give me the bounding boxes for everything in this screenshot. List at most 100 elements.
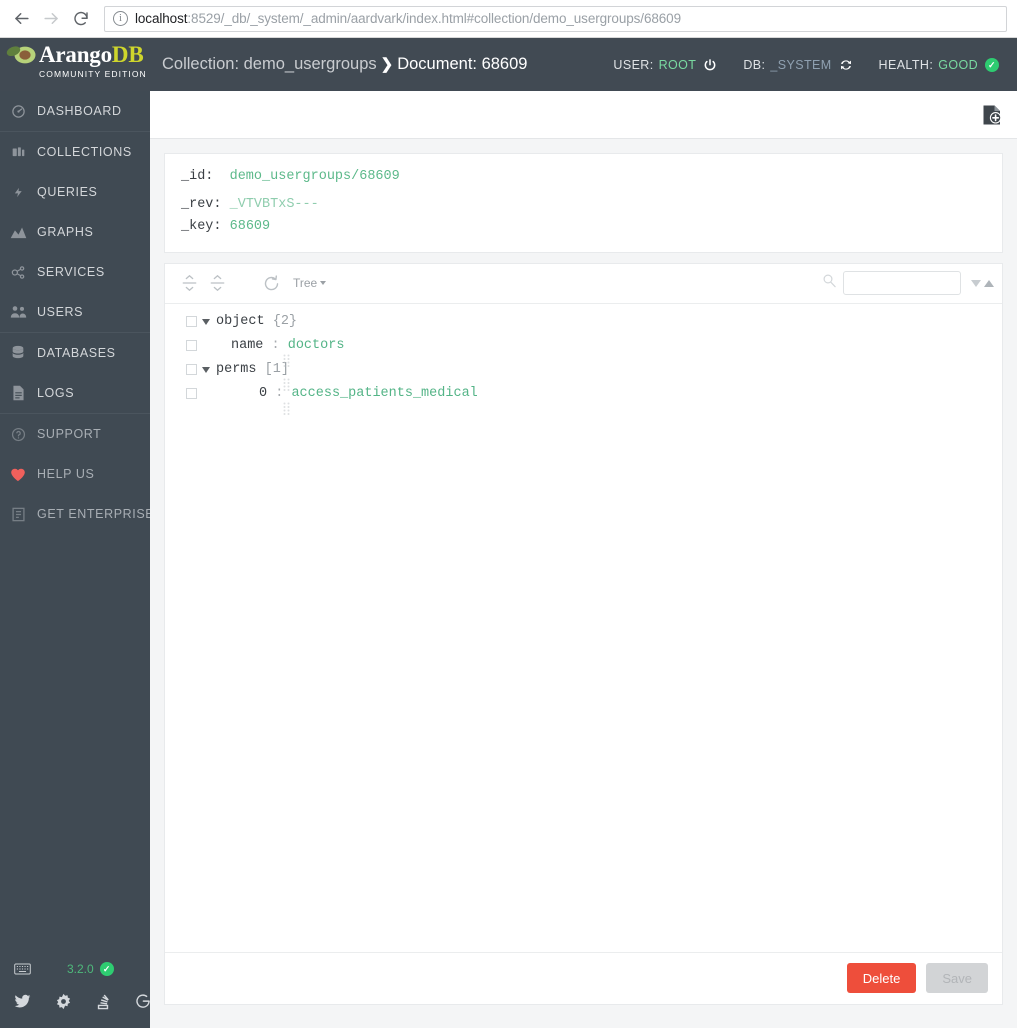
site-info-icon[interactable]: i [113, 11, 128, 26]
tree-key: name [231, 338, 264, 353]
databases-icon [8, 345, 28, 361]
sidebar-item-users[interactable]: USERS [0, 292, 150, 332]
arangodb-avocado-logo-icon [6, 44, 36, 66]
sidebar-item-queries[interactable]: QUERIES [0, 172, 150, 212]
browser-url-bar[interactable]: i localhost:8529/_db/_system/_admin/aard… [104, 5, 1007, 32]
sidebar-item-databases[interactable]: DATABASES [0, 333, 150, 373]
sidebar-item-label: HELP US [37, 467, 95, 481]
sidebar-item-label: DATABASES [37, 346, 116, 360]
status-db-label: DB: [743, 57, 766, 72]
sidebar-item-label: LOGS [37, 386, 75, 400]
refresh-icon[interactable] [839, 58, 853, 72]
status-health-label: HEALTH: [878, 57, 934, 72]
content-area: _id: demo_usergroups/68609 _rev: _VTVBTx… [150, 91, 1017, 1028]
tree-key: object [216, 314, 265, 329]
meta-key: _rev: [181, 196, 222, 212]
tree-row[interactable]: object {2} [165, 310, 1002, 334]
stackoverflow-icon[interactable] [96, 993, 111, 1010]
expand-all-icon[interactable] [175, 269, 203, 297]
browser-back-button[interactable] [6, 4, 36, 34]
sidebar-item-label: GET ENTERPRISE [37, 507, 155, 521]
row-menu-button[interactable] [186, 340, 197, 351]
sidebar-item-logs[interactable]: LOGS [0, 373, 150, 413]
tree-value[interactable]: access_patients_medical [291, 386, 477, 401]
undo-icon[interactable] [257, 269, 285, 297]
editor-search [822, 271, 994, 295]
collections-icon [8, 144, 28, 160]
collapse-all-icon[interactable] [203, 269, 231, 297]
editor-footer: Delete Save [165, 951, 1002, 1004]
sidebar-item-get-enterprise[interactable]: GET ENTERPRISE [0, 494, 154, 534]
sidebar-item-label: GRAPHS [37, 225, 94, 239]
expand-twisty-icon[interactable] [202, 318, 210, 325]
status-user[interactable]: USER: ROOT [613, 58, 717, 72]
meta-key: _key: [181, 219, 222, 234]
document-meta-box: _id: demo_usergroups/68609 _rev: _VTVBTx… [164, 153, 1003, 253]
browser-reload-button[interactable] [66, 4, 96, 34]
app-logo[interactable]: ArangoDB COMMUNITY EDITION [0, 38, 150, 91]
status-db[interactable]: DB: _SYSTEM [743, 58, 852, 72]
version-label: 3.2.0 [67, 962, 94, 976]
sidebar: DASHBOARD COLLECTIONS QUERIES GRAPHS SER… [0, 91, 154, 1028]
search-input[interactable] [843, 271, 961, 295]
delete-button[interactable]: Delete [846, 963, 917, 993]
breadcrumb-separator-icon: ❯ [380, 56, 394, 73]
twitter-icon[interactable] [14, 994, 31, 1009]
sidebar-item-collections[interactable]: COLLECTIONS [0, 132, 150, 172]
document-meta-row: _key: 68609 [181, 216, 1002, 239]
search-previous-icon[interactable] [984, 279, 994, 287]
sidebar-item-services[interactable]: SERVICES [0, 252, 150, 292]
url-host: localhost [135, 11, 188, 26]
browser-forward-button[interactable] [36, 4, 66, 34]
sidebar-item-graphs[interactable]: GRAPHS [0, 212, 150, 252]
version-row: 3.2.0 ✓ [0, 954, 150, 984]
sidebar-item-help-us[interactable]: HELP US [0, 454, 150, 494]
json-editor-panel: Tree object {2} name: doctors perms [1]… [164, 262, 1003, 1005]
url-path: :8529/_db/_system/_admin/aardvark/index.… [187, 11, 681, 26]
tree-row[interactable]: name : doctors [165, 334, 1002, 367]
status-user-value: ROOT [658, 57, 697, 72]
drag-handle-icon[interactable] [170, 339, 290, 367]
logo-primary: Arango [39, 42, 112, 67]
drag-handle-icon[interactable] [170, 363, 290, 391]
new-document-icon[interactable] [982, 104, 1002, 126]
meta-value: _VTVBTxS--- [229, 196, 319, 212]
breadcrumb: Collection: demo_usergroups ❯ Document: 68… [150, 38, 613, 91]
breadcrumb-collection[interactable]: Collection: demo_usergroups [162, 55, 377, 73]
content-body: _id: demo_usergroups/68609 _rev: _VTVBTx… [150, 139, 1017, 1005]
puzzle-icon[interactable] [55, 993, 72, 1010]
enterprise-icon [8, 506, 28, 522]
row-menu-button[interactable] [186, 316, 197, 327]
content-header [150, 91, 1017, 139]
support-icon [8, 426, 28, 442]
status-health[interactable]: HEALTH: GOOD ✓ [878, 57, 999, 72]
chevron-down-icon [320, 281, 327, 285]
tree-row[interactable]: perms [1] [165, 358, 1002, 391]
drag-handle-icon[interactable] [170, 387, 290, 415]
google-icon[interactable] [135, 993, 151, 1009]
tree-separator: : [271, 338, 280, 353]
save-button[interactable]: Save [926, 963, 988, 993]
sidebar-item-dashboard[interactable]: DASHBOARD [0, 91, 150, 131]
tree-value[interactable]: doctors [288, 338, 345, 353]
sidebar-item-label: USERS [37, 305, 84, 319]
keyboard-icon[interactable] [14, 963, 31, 975]
logo-accent: DB [111, 42, 144, 67]
document-meta-row: _rev: _VTVBTxS--- [181, 194, 1002, 217]
version-status-icon: ✓ [99, 962, 114, 976]
logo-wordmark: ArangoDB [39, 42, 144, 67]
sidebar-item-label: COLLECTIONS [37, 145, 132, 159]
meta-value: 68609 [229, 219, 271, 234]
editor-mode-select[interactable]: Tree [293, 276, 327, 290]
breadcrumb-document: Document: 68609 [397, 55, 528, 73]
queries-icon [8, 184, 28, 200]
power-icon[interactable] [703, 58, 717, 72]
status-health-value: GOOD [938, 57, 978, 72]
search-next-icon[interactable] [971, 279, 981, 287]
sidebar-item-support[interactable]: SUPPORT [0, 414, 150, 454]
tree-row[interactable]: 0 : access_patients_medical [165, 382, 1002, 415]
search-icon [822, 273, 837, 293]
sidebar-item-label: SUPPORT [37, 427, 102, 441]
sidebar-footer: 3.2.0 ✓ [0, 954, 150, 1028]
sidebar-item-label: QUERIES [37, 185, 98, 199]
